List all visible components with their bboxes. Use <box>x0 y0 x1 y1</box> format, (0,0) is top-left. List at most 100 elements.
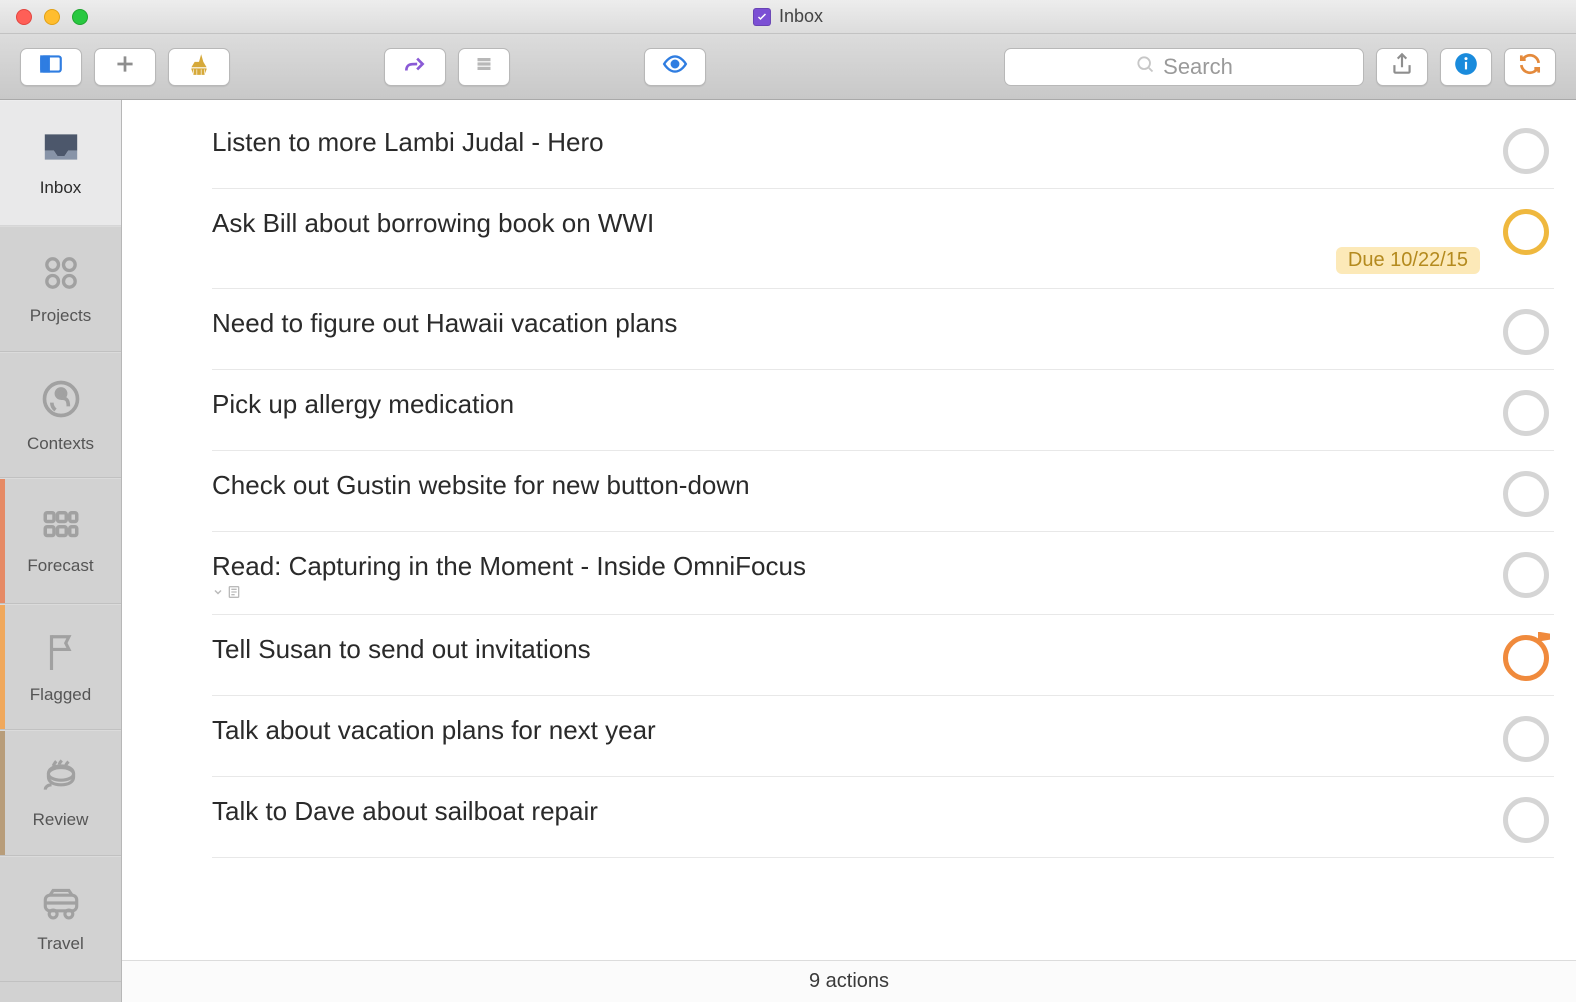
sidebar-item-label: Forecast <box>27 556 93 576</box>
window-close-button[interactable] <box>16 9 32 25</box>
flagged-icon <box>42 630 80 677</box>
titlebar: Inbox <box>0 0 1576 34</box>
task-row[interactable]: Read: Capturing in the Moment - Inside O… <box>212 532 1554 615</box>
task-text: Talk about vacation plans for next year <box>212 714 1480 748</box>
task-row[interactable]: Ask Bill about borrowing book on WWI Due … <box>212 189 1554 289</box>
task-row[interactable]: Listen to more Lambi Judal - Hero <box>212 108 1554 189</box>
quick-open-button[interactable] <box>384 48 446 86</box>
status-circle[interactable] <box>1503 209 1549 255</box>
sidebar-item-flagged[interactable]: Flagged <box>0 604 121 730</box>
task-title: Tell Susan to send out invitations <box>212 633 1480 667</box>
task-row[interactable]: Pick up allergy medication <box>212 370 1554 451</box>
add-button[interactable] <box>94 48 156 86</box>
task-status-col <box>1498 207 1554 255</box>
sidebar-icon <box>38 51 64 82</box>
task-title: Ask Bill about borrowing book on WWI <box>212 207 1480 241</box>
sidebar-item-label: Review <box>33 810 89 830</box>
content: Listen to more Lambi Judal - Hero Ask Bil… <box>122 100 1576 1002</box>
task-status-col <box>1498 126 1554 174</box>
task-text: Tell Susan to send out invitations <box>212 633 1480 667</box>
task-status-col <box>1498 633 1554 681</box>
task-text: Need to figure out Hawaii vacation plans <box>212 307 1480 341</box>
search-placeholder: Search <box>1163 54 1233 80</box>
task-list[interactable]: Listen to more Lambi Judal - Hero Ask Bil… <box>122 100 1576 960</box>
task-title: Read: Capturing in the Moment - Inside O… <box>212 550 1480 584</box>
search-icon <box>1135 54 1155 80</box>
task-text: Read: Capturing in the Moment - Inside O… <box>212 550 1480 600</box>
list-icon <box>471 51 497 82</box>
view-options-button[interactable] <box>458 48 510 86</box>
task-title: Listen to more Lambi Judal - Hero <box>212 126 1480 160</box>
sync-button[interactable] <box>1504 48 1556 86</box>
status-circle[interactable] <box>1503 309 1549 355</box>
task-row[interactable]: Check out Gustin website for new button-… <box>212 451 1554 532</box>
main-area: Inbox Projects Contexts Forecast Flagged Revi… <box>0 100 1576 1002</box>
task-row[interactable]: Tell Susan to send out invitations <box>212 615 1554 696</box>
sidebar-item-contexts[interactable]: Contexts <box>0 352 121 478</box>
arrow-right-icon <box>402 51 428 82</box>
cleanup-button[interactable] <box>168 48 230 86</box>
statusbar-summary: 9 actions <box>809 970 889 993</box>
sidebar-tint <box>0 479 5 603</box>
status-circle[interactable] <box>1503 797 1549 843</box>
status-circle[interactable] <box>1503 128 1549 174</box>
status-circle[interactable] <box>1503 552 1549 598</box>
inspector-button[interactable] <box>1440 48 1492 86</box>
sidebar: Inbox Projects Contexts Forecast Flagged Revi… <box>0 100 122 1002</box>
search-input[interactable]: Search <box>1004 48 1364 86</box>
task-status-col <box>1498 714 1554 762</box>
note-indicator[interactable] <box>212 584 1480 600</box>
sidebar-item-label: Travel <box>37 934 84 954</box>
statusbar: 9 actions <box>122 960 1576 1002</box>
sidebar-item-forecast[interactable]: Forecast <box>0 478 121 604</box>
contexts-icon <box>39 377 83 426</box>
info-icon <box>1453 51 1479 82</box>
review-icon <box>39 757 83 802</box>
sidebar-item-review[interactable]: Review <box>0 730 121 856</box>
task-status-col <box>1498 550 1554 598</box>
focus-button[interactable] <box>644 48 706 86</box>
sidebar-tint <box>0 605 5 729</box>
task-title: Talk to Dave about sailboat repair <box>212 795 1480 829</box>
task-row[interactable]: Talk about vacation plans for next year <box>212 696 1554 777</box>
status-circle[interactable] <box>1503 390 1549 436</box>
task-row[interactable]: Talk to Dave about sailboat repair <box>212 777 1554 858</box>
projects-icon <box>41 253 81 298</box>
eye-icon <box>662 51 688 82</box>
status-circle[interactable] <box>1503 471 1549 517</box>
sidebar-tint <box>0 731 5 855</box>
share-button[interactable] <box>1376 48 1428 86</box>
sidebar-item-travel[interactable]: Travel <box>0 856 121 982</box>
traffic-lights <box>0 9 88 25</box>
sidebar-item-projects[interactable]: Projects <box>0 226 121 352</box>
task-status-col <box>1498 307 1554 355</box>
window-title: Inbox <box>753 6 823 27</box>
sidebar-item-label: Projects <box>30 306 91 326</box>
inbox-icon <box>39 129 83 170</box>
task-text: Pick up allergy medication <box>212 388 1480 422</box>
task-status-col <box>1498 795 1554 843</box>
due-badge: Due 10/22/15 <box>1336 247 1480 274</box>
sidebar-item-label: Inbox <box>40 178 82 198</box>
toolbar: Search <box>0 34 1576 100</box>
window-zoom-button[interactable] <box>72 9 88 25</box>
sync-icon <box>1517 51 1543 82</box>
broom-icon <box>186 51 212 82</box>
sidebar-item-inbox[interactable]: Inbox <box>0 100 121 226</box>
sidebar-item-label: Flagged <box>30 685 91 705</box>
task-text: Ask Bill about borrowing book on WWI Due … <box>212 207 1480 274</box>
task-status-col <box>1498 388 1554 436</box>
task-title: Pick up allergy medication <box>212 388 1480 422</box>
status-circle[interactable] <box>1503 635 1549 681</box>
travel-icon <box>39 885 83 926</box>
forecast-icon <box>40 507 82 548</box>
sidebar-item-label: Contexts <box>27 434 94 454</box>
task-status-col <box>1498 469 1554 517</box>
plus-icon <box>112 51 138 82</box>
task-row[interactable]: Need to figure out Hawaii vacation plans <box>212 289 1554 370</box>
status-circle[interactable] <box>1503 716 1549 762</box>
window-minimize-button[interactable] <box>44 9 60 25</box>
toggle-sidebar-button[interactable] <box>20 48 82 86</box>
share-icon <box>1389 51 1415 82</box>
task-text: Check out Gustin website for new button-… <box>212 469 1480 503</box>
